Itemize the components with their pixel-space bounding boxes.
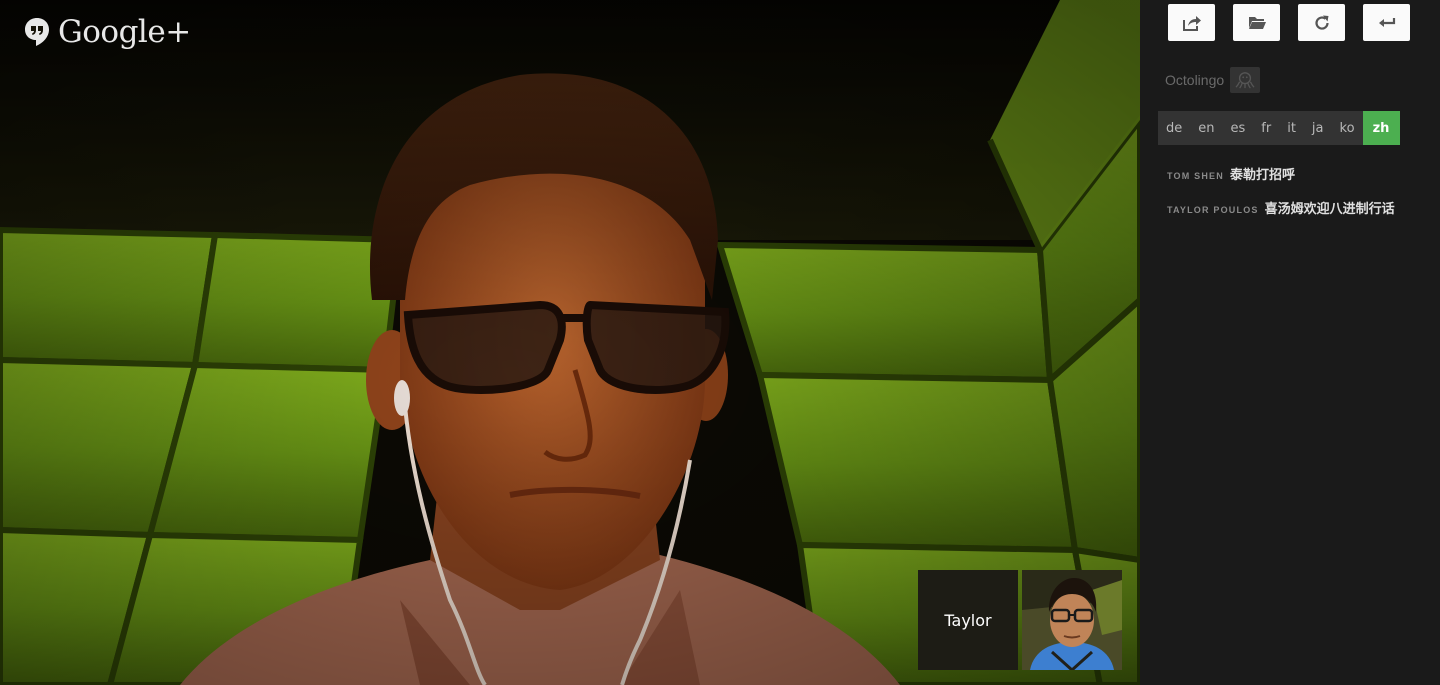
language-option-en[interactable]: en: [1190, 111, 1222, 145]
refresh-icon: [1314, 15, 1329, 30]
message-text: 喜汤姆欢迎八进制行话: [1264, 202, 1395, 217]
language-option-zh[interactable]: zh: [1362, 111, 1400, 145]
language-option-it[interactable]: it: [1279, 111, 1304, 145]
folder-icon: [1248, 16, 1266, 29]
hangouts-icon: [25, 18, 49, 46]
sidebar-toolbar: [1168, 4, 1410, 41]
message-sender: Tom Shen: [1167, 171, 1224, 181]
open-folder-button[interactable]: [1233, 4, 1280, 41]
language-selector: de en es fr it ja ko zh: [1158, 111, 1400, 145]
app-name: Octolingo: [1165, 72, 1225, 88]
back-button[interactable]: [1363, 4, 1410, 41]
octopus-icon: [1230, 67, 1261, 93]
self-view-thumbnail[interactable]: [1022, 570, 1122, 670]
language-option-es[interactable]: es: [1223, 111, 1254, 145]
language-option-ko[interactable]: ko: [1332, 111, 1363, 145]
participant-name: Taylor: [944, 610, 992, 630]
app-header: Octolingo: [1165, 67, 1261, 93]
share-icon: [1182, 15, 1201, 31]
share-button[interactable]: [1168, 4, 1215, 41]
language-option-fr[interactable]: fr: [1253, 111, 1279, 145]
google-plus-logo: Google+: [24, 14, 191, 50]
main-video: Google+ Taylor: [0, 0, 1140, 685]
message-sender: Taylor Poulos: [1167, 205, 1259, 215]
message-list: Tom Shen 泰勒打招呼 Taylor Poulos 喜汤姆欢迎八进制行话: [1167, 164, 1395, 232]
language-option-de[interactable]: de: [1158, 111, 1190, 145]
message-text: 泰勒打招呼: [1229, 168, 1295, 183]
message-item: Taylor Poulos 喜汤姆欢迎八进制行话: [1167, 198, 1395, 232]
participant-name-tile[interactable]: Taylor: [918, 570, 1018, 670]
self-view-video: [1022, 570, 1122, 670]
back-icon: [1378, 17, 1395, 27]
translation-sidebar: Octolingo de en es fr it ja ko zh Tom Sh…: [1140, 0, 1440, 685]
language-option-ja[interactable]: ja: [1304, 111, 1332, 145]
message-item: Tom Shen 泰勒打招呼: [1167, 164, 1395, 198]
refresh-button[interactable]: [1298, 4, 1345, 41]
brand-name: Google+: [58, 14, 191, 50]
